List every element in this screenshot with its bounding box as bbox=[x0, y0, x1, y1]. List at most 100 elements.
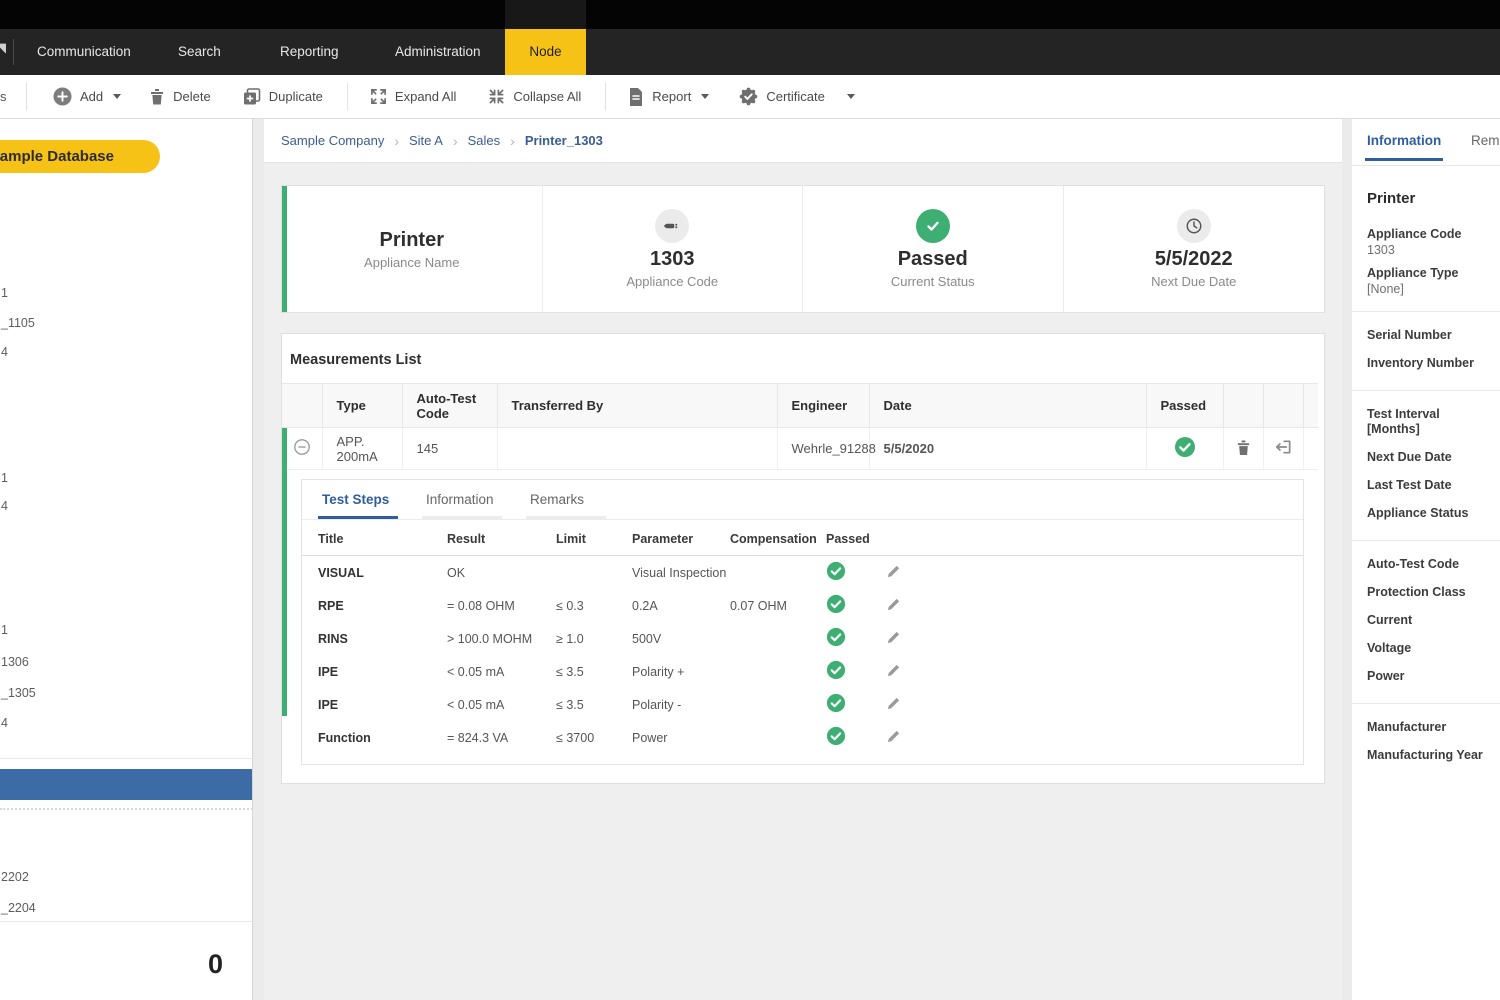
toolbar-divider bbox=[347, 83, 348, 111]
edit-step-icon[interactable] bbox=[886, 630, 901, 645]
tab-test-steps[interactable]: Test Steps bbox=[318, 480, 398, 519]
tree-node-label[interactable]: 1 bbox=[1, 286, 8, 300]
tree-node-label[interactable]: _1305 bbox=[1, 686, 36, 700]
tree-node-label[interactable]: 4 bbox=[1, 716, 8, 730]
test-step-row: Function = 824.3 VA ≤ 3700 Power bbox=[302, 721, 1303, 754]
clipped-toolbar-label[interactable]: s bbox=[0, 75, 10, 119]
field-appliance-code: Appliance Code 1303 bbox=[1367, 227, 1492, 258]
info-panel-tab-information[interactable]: Information bbox=[1367, 133, 1441, 148]
add-button[interactable]: Add bbox=[43, 81, 131, 112]
field-value bbox=[1367, 657, 1492, 661]
selected-tree-item[interactable] bbox=[0, 769, 253, 800]
tab-remarks[interactable]: Remarks bbox=[526, 480, 606, 519]
field-power: Power bbox=[1367, 669, 1492, 689]
next-due-date-label: Next Due Date bbox=[1151, 274, 1236, 289]
field-value bbox=[1367, 629, 1492, 633]
summary-appliance-name: Printer Appliance Name bbox=[282, 186, 543, 312]
tree-node-label[interactable]: 2202 bbox=[1, 870, 29, 884]
col-engineer: Engineer bbox=[777, 384, 869, 428]
current-status-label: Current Status bbox=[891, 274, 975, 289]
col-compensation: Compensation bbox=[730, 524, 826, 556]
certificate-button[interactable]: Certificate bbox=[729, 81, 865, 112]
field-protection-class: Protection Class bbox=[1367, 585, 1492, 605]
nav-tab-communication[interactable]: Communication bbox=[37, 29, 131, 75]
col-limit: Limit bbox=[556, 524, 632, 556]
nav-tab-search[interactable]: Search bbox=[178, 29, 221, 75]
field-label: Appliance Status bbox=[1367, 506, 1492, 521]
transfer-measurement-icon[interactable] bbox=[1274, 438, 1293, 456]
step-parameter: Visual Inspection bbox=[632, 556, 730, 590]
edit-step-icon[interactable] bbox=[886, 729, 901, 744]
tree-node-label[interactable]: _2204 bbox=[1, 901, 36, 915]
test-steps-table: Title Result Limit Parameter Compensatio… bbox=[302, 524, 1303, 754]
field-label: Next Due Date bbox=[1367, 450, 1492, 465]
field-test-interval: Test Interval [Months] bbox=[1367, 407, 1492, 442]
report-label: Report bbox=[652, 89, 691, 104]
field-value bbox=[1367, 344, 1492, 348]
database-root-node[interactable]: Sample Database bbox=[0, 140, 160, 173]
step-compensation: 0.07 OHM bbox=[730, 589, 826, 622]
edit-step-icon[interactable] bbox=[886, 564, 901, 579]
field-serial-number: Serial Number bbox=[1367, 328, 1492, 348]
tree-node-label[interactable]: 1 bbox=[1, 623, 8, 637]
certificate-badge-icon bbox=[739, 87, 758, 106]
duplicate-button[interactable]: Duplicate bbox=[233, 82, 333, 112]
col-type: Type bbox=[322, 384, 402, 428]
tree-node-label[interactable]: 1306 bbox=[1, 655, 29, 669]
delete-measurement-icon[interactable] bbox=[1236, 439, 1251, 456]
cell-date: 5/5/2020 bbox=[869, 428, 1146, 470]
field-label: Inventory Number bbox=[1367, 356, 1492, 371]
cell-auto-test-code: 145 bbox=[402, 428, 497, 470]
chevron-right-icon: › bbox=[453, 133, 458, 149]
tree-node-label[interactable]: 4 bbox=[1, 345, 8, 359]
expand-icon bbox=[370, 88, 387, 105]
step-parameter: Polarity - bbox=[632, 688, 730, 721]
delete-button[interactable]: Delete bbox=[139, 82, 221, 111]
info-panel-tab-remarks[interactable]: Remarks bbox=[1471, 133, 1500, 148]
expanded-row-accent-bar bbox=[282, 428, 287, 716]
collapse-all-button[interactable]: Collapse All bbox=[478, 82, 591, 111]
field-manufacturing-year: Manufacturing Year bbox=[1367, 748, 1492, 768]
collapse-row-icon[interactable] bbox=[293, 438, 311, 459]
step-title: RINS bbox=[302, 622, 447, 655]
test-step-row: IPE < 0.05 mA ≤ 3.5 Polarity - bbox=[302, 688, 1303, 721]
field-value bbox=[1367, 494, 1492, 498]
certificate-caret-icon[interactable] bbox=[847, 94, 855, 99]
nav-tab-reporting[interactable]: Reporting bbox=[280, 29, 339, 75]
appliance-code-value: 1303 bbox=[650, 248, 695, 271]
tree-node-label[interactable]: 4 bbox=[1, 499, 8, 513]
tree-divider bbox=[0, 758, 253, 759]
field-value bbox=[1367, 736, 1492, 740]
add-caret-icon[interactable] bbox=[113, 94, 121, 99]
appliance-code-label: Appliance Code bbox=[626, 274, 718, 289]
field-value bbox=[1367, 685, 1492, 689]
step-title: RPE bbox=[302, 589, 447, 622]
edit-step-icon[interactable] bbox=[886, 696, 901, 711]
field-manufacturer: Manufacturer bbox=[1367, 720, 1492, 740]
expand-all-button[interactable]: Expand All bbox=[360, 82, 466, 111]
info-panel-heading: Printer bbox=[1367, 190, 1492, 207]
step-passed-icon bbox=[826, 594, 846, 614]
measurements-card: Measurements List Type Auto-Test Code Tr… bbox=[281, 333, 1325, 784]
nav-tab-administration[interactable]: Administration bbox=[395, 29, 481, 75]
tree-node-label[interactable]: 1 bbox=[1, 471, 8, 485]
expand-all-label: Expand All bbox=[395, 89, 456, 104]
measurements-header-row: Type Auto-Test Code Transferred By Engin… bbox=[282, 384, 1318, 428]
report-caret-icon[interactable] bbox=[701, 94, 709, 99]
step-compensation bbox=[730, 655, 826, 688]
report-button[interactable]: Report bbox=[618, 82, 719, 112]
nav-tab-node[interactable]: Node bbox=[505, 29, 586, 75]
tab-information[interactable]: Information bbox=[422, 480, 502, 519]
breadcrumb-item[interactable]: Site A bbox=[409, 133, 443, 148]
tree-node-label[interactable]: _1105 bbox=[1, 316, 35, 330]
edit-step-icon[interactable] bbox=[886, 597, 901, 612]
breadcrumb-item[interactable]: Sample Company bbox=[281, 133, 384, 148]
edit-step-icon[interactable] bbox=[886, 663, 901, 678]
test-step-row: VISUAL OK Visual Inspection bbox=[302, 556, 1303, 590]
certificate-label: Certificate bbox=[766, 89, 825, 104]
breadcrumb-item[interactable]: Sales bbox=[468, 133, 501, 148]
step-parameter: Power bbox=[632, 721, 730, 754]
step-title: Function bbox=[302, 721, 447, 754]
step-passed-icon bbox=[826, 561, 846, 581]
col-title: Title bbox=[302, 524, 447, 556]
